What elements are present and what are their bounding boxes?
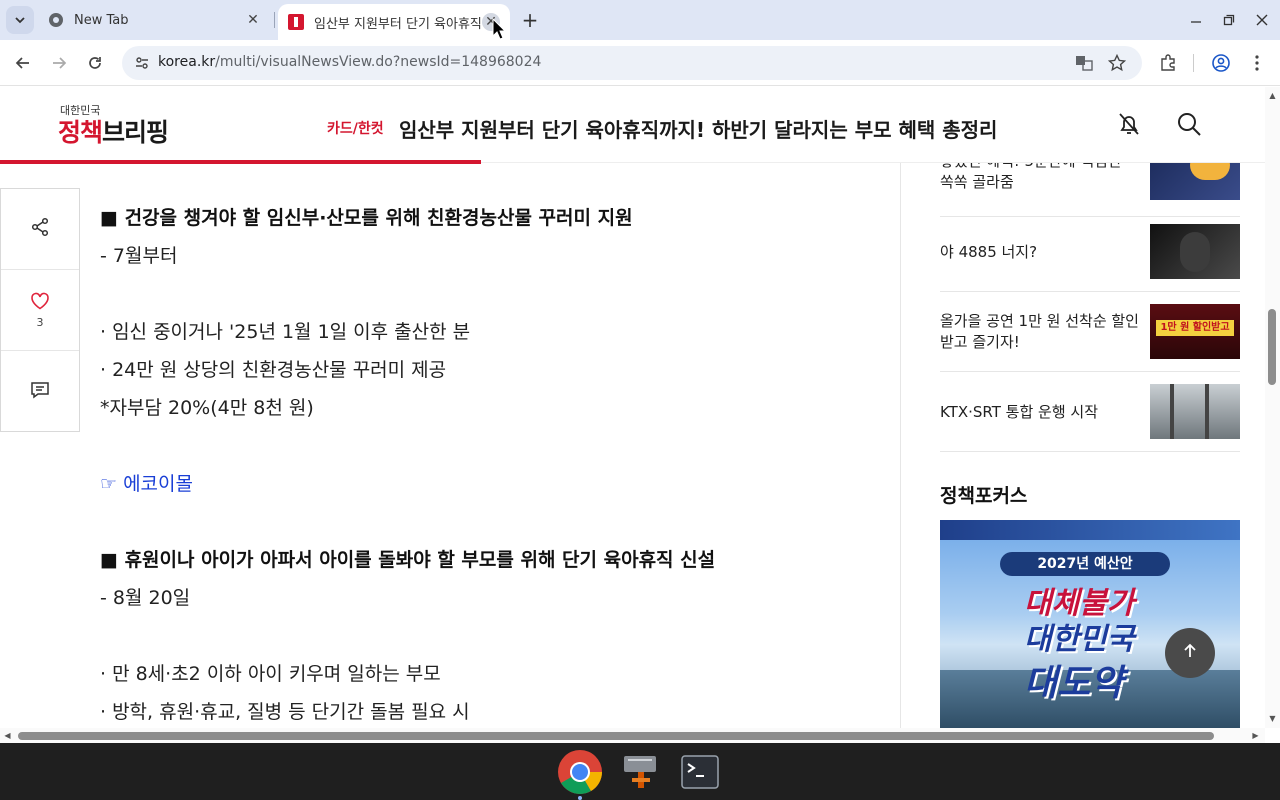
tab-close-icon[interactable]: ✕ xyxy=(244,11,262,29)
article-heading: ■ 휴원이나 아이가 아파서 아이를 돌봐야 할 부모를 위해 단기 육아휴직 … xyxy=(100,549,716,571)
window-close-icon[interactable] xyxy=(1250,8,1274,32)
toolbar-divider xyxy=(1193,54,1194,72)
logo-text: 브리핑 xyxy=(102,118,169,147)
scroll-to-top-button[interactable] xyxy=(1165,628,1215,678)
menu-kebab-icon[interactable] xyxy=(1245,51,1269,75)
tab-strip: New Tab ✕ 임산부 지원부터 단기 육아휴직 ✕ + xyxy=(0,0,1280,40)
article-text: · 24만 원 상당의 친환경농산물 꾸러미 제공 xyxy=(100,359,447,381)
bookmark-star-icon[interactable] xyxy=(1107,53,1127,73)
article-title: 임산부 지원부터 단기 육아휴직까지! 하반기 달라지는 부모 혜택 총정리 xyxy=(399,118,998,142)
news-thumbnail xyxy=(1150,224,1240,279)
vertical-scrollbar[interactable]: ▲ ▼ xyxy=(1265,87,1280,728)
reading-progress-bar xyxy=(0,160,481,164)
banner-line-3: 대도약 xyxy=(1024,663,1124,704)
horizontal-scrollbar[interactable]: ◀ ▶ xyxy=(0,728,1265,743)
tab-title: 임산부 지원부터 단기 육아휴직 xyxy=(314,16,482,32)
sidebar-news-item[interactable]: 야 4885 너지? xyxy=(940,212,1240,292)
browser-toolbar: korea.kr/multi/visualNewsView.do?newsId=… xyxy=(0,40,1280,86)
tab-search-button[interactable] xyxy=(6,6,34,34)
horizontal-scroll-thumb[interactable] xyxy=(18,732,1214,740)
comment-button[interactable] xyxy=(1,351,79,432)
sidebar-news-item[interactable]: KTX·SRT 통합 운행 시작 xyxy=(940,372,1240,452)
file-tool-taskbar-icon[interactable] xyxy=(616,748,664,796)
translate-icon[interactable] xyxy=(1074,53,1094,73)
sidebar-news-title: 야 4885 너지? xyxy=(940,243,1038,261)
notification-off-icon[interactable] xyxy=(1114,109,1144,139)
scroll-down-arrow-icon[interactable]: ▼ xyxy=(1268,714,1277,723)
article-category[interactable]: 카드/한컷 xyxy=(327,118,384,138)
share-icon xyxy=(30,217,50,241)
article-text: - 8월 20일 xyxy=(100,587,191,609)
tab-active[interactable]: 임산부 지원부터 단기 육아휴직 ✕ xyxy=(278,4,510,40)
floating-action-bar: 3 xyxy=(0,188,80,432)
site-header: 대한민국 정책브리핑 카드/한컷 임산부 지원부터 단기 육아휴직까지! 하반기… xyxy=(0,87,1265,164)
sidebar-news-item[interactable]: 올가을 공연 1만 원 선착순 할인받고 즐기자! 1만 원 할인받고 xyxy=(940,292,1240,372)
news-thumbnail xyxy=(1150,384,1240,439)
sidebar-news-title: KTX·SRT 통합 운행 시작 xyxy=(940,403,1098,421)
scroll-up-arrow-icon[interactable]: ▲ xyxy=(1268,91,1277,100)
search-icon[interactable] xyxy=(1174,109,1204,139)
korea-favicon-icon xyxy=(288,14,304,30)
site-logo[interactable]: 정책브리핑 xyxy=(58,113,169,149)
article-text: · 임신 중이거나 '25년 1월 1일 이후 출산한 분 xyxy=(100,321,471,343)
thumbnail-badge: 1만 원 할인받고 xyxy=(1156,320,1234,336)
chrome-icon xyxy=(48,12,64,28)
tab-new-tab[interactable]: New Tab ✕ xyxy=(38,0,272,40)
like-button[interactable]: 3 xyxy=(1,270,79,351)
profile-icon[interactable] xyxy=(1209,51,1233,75)
site-info-icon[interactable] xyxy=(132,53,152,73)
comment-icon xyxy=(30,380,50,404)
tab-title: New Tab xyxy=(74,12,129,28)
reload-icon[interactable] xyxy=(83,51,107,75)
taskbar xyxy=(0,743,1280,800)
policy-focus-banner[interactable]: 2027년 예산안 대체불가 대한민국 대도약 xyxy=(940,520,1240,728)
article-text: *자부담 20%(4만 8천 원) xyxy=(100,397,314,419)
article-text: · 만 8세·초2 이하 아이 키우며 일하는 부모 xyxy=(100,663,441,685)
share-button[interactable] xyxy=(1,189,79,270)
banner-line-2: 대한민국 xyxy=(1024,622,1135,657)
scroll-right-arrow-icon[interactable]: ▶ xyxy=(1251,731,1260,740)
heart-icon xyxy=(30,292,50,314)
minimize-icon[interactable] xyxy=(1184,8,1208,32)
chrome-taskbar-icon[interactable] xyxy=(556,748,604,796)
new-tab-button[interactable]: + xyxy=(519,8,541,32)
banner-top-stripe xyxy=(940,520,1240,540)
extensions-icon[interactable] xyxy=(1156,51,1180,75)
logo-accent: 정책 xyxy=(58,118,103,147)
chevron-down-icon xyxy=(14,11,26,30)
scroll-left-arrow-icon[interactable]: ◀ xyxy=(3,731,12,740)
article-heading: ■ 건강을 챙겨야 할 임신부·산모를 위해 친환경농산물 꾸러미 지원 xyxy=(100,207,633,229)
policy-focus-heading: 정책포커스 xyxy=(940,485,1028,507)
article-text: - 7월부터 xyxy=(100,245,178,267)
url-path: /multi/visualNewsView.do?newsId=14896802… xyxy=(215,54,542,70)
terminal-taskbar-icon[interactable] xyxy=(676,748,724,796)
eco-mall-link[interactable]: ☞ 에코이몰 xyxy=(100,469,193,496)
page-viewport: ■ 건강을 챙겨야 할 임신부·산모를 위해 친환경농산물 꾸러미 지원 - 7… xyxy=(0,87,1280,743)
url-text: korea.kr/multi/visualNewsView.do?newsId=… xyxy=(158,54,541,70)
tab-divider xyxy=(274,12,275,28)
vertical-scroll-thumb[interactable] xyxy=(1268,309,1276,385)
address-bar[interactable]: korea.kr/multi/visualNewsView.do?newsId=… xyxy=(122,46,1142,80)
arrow-up-icon xyxy=(1182,643,1198,663)
sidebar-news-title: 올가을 공연 1만 원 선착순 할인받고 즐기자! xyxy=(940,312,1139,351)
forward-icon[interactable] xyxy=(47,51,71,75)
like-count: 3 xyxy=(36,315,44,329)
url-host: korea.kr xyxy=(158,54,216,70)
news-thumbnail: 1만 원 할인받고 xyxy=(1150,304,1240,359)
restore-icon[interactable] xyxy=(1217,8,1241,32)
column-divider xyxy=(900,163,901,743)
back-icon[interactable] xyxy=(11,51,35,75)
active-app-indicator xyxy=(578,796,582,800)
article-text: · 방학, 휴원·휴교, 질병 등 단기간 돌봄 필요 시 xyxy=(100,701,470,723)
mouse-cursor-icon xyxy=(492,17,507,44)
banner-subtitle: 2027년 예산안 xyxy=(1000,552,1170,576)
